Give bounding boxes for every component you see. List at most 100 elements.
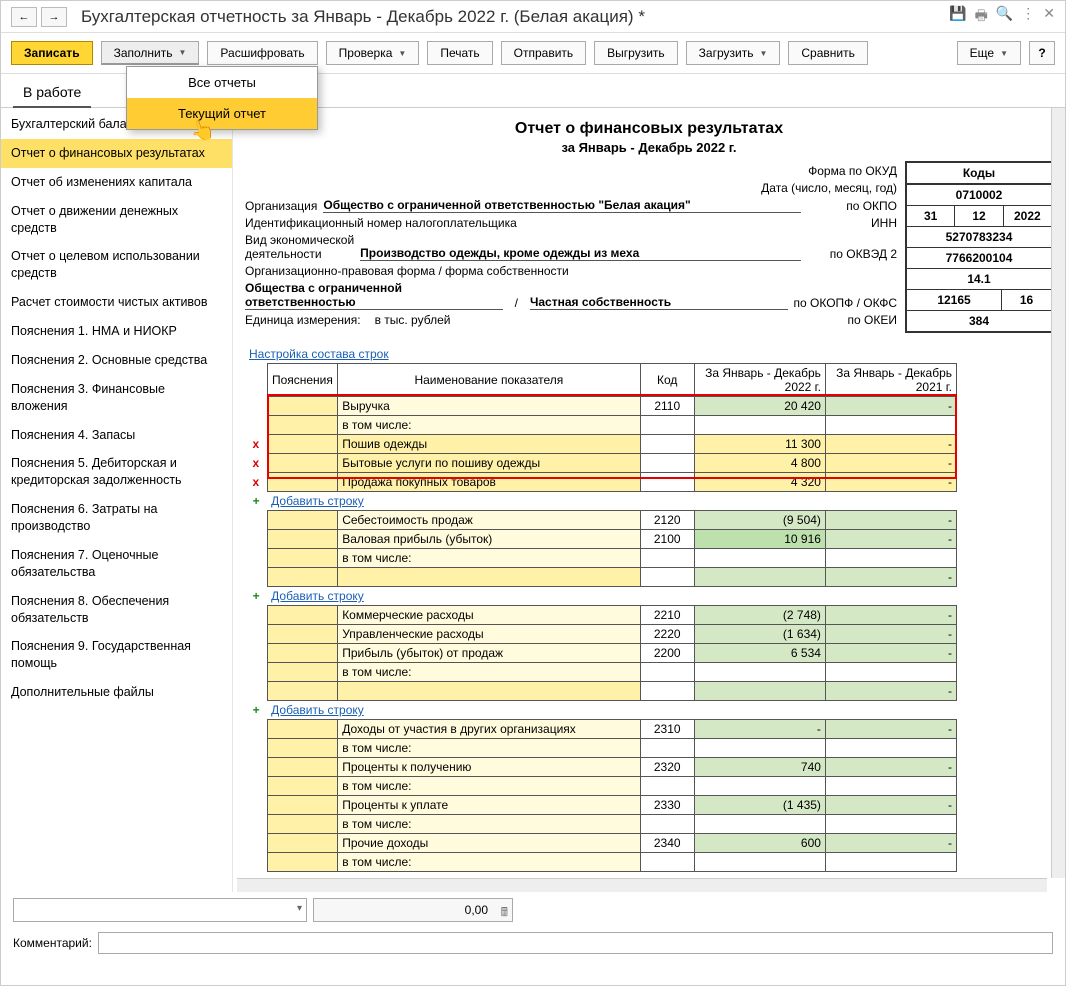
code-day: 31: [907, 206, 955, 226]
table-row[interactable]: Прибыль (убыток) от продаж22006 534-: [245, 644, 957, 663]
horizontal-scrollbar[interactable]: [237, 878, 1047, 892]
print-button[interactable]: Печать: [427, 41, 492, 65]
inn-label: ИНН: [807, 216, 897, 230]
opf-value1[interactable]: Общества с ограниченной ответственностью: [245, 281, 503, 310]
table-row[interactable]: Выручка211020 420-: [245, 397, 957, 416]
table-row[interactable]: в том числе:: [245, 549, 957, 568]
hdr-code: Код: [640, 364, 694, 397]
sidebar: Бухгалтерский баланс Отчет о финансовых …: [1, 108, 233, 892]
table-row[interactable]: Валовая прибыль (убыток)210010 916-: [245, 530, 957, 549]
codes-heading: Коды: [907, 163, 1051, 185]
vertical-scrollbar[interactable]: [1051, 108, 1065, 878]
table-row[interactable]: Доходы от участия в других организациях2…: [245, 720, 957, 739]
hdr-cur: За Январь - Декабрь 2022 г.: [694, 364, 825, 397]
table-row[interactable]: в том числе:: [245, 815, 957, 834]
activity-value[interactable]: Производство одежды, кроме одежды из мех…: [360, 246, 801, 261]
okei-label: по ОКЕИ: [807, 313, 897, 327]
code-month: 12: [955, 206, 1003, 226]
write-button[interactable]: Записать: [11, 41, 93, 65]
sidebar-item[interactable]: Расчет стоимости чистых активов: [1, 288, 232, 317]
sidebar-item[interactable]: Пояснения 9. Государственная помощь: [1, 632, 232, 678]
window-title: Бухгалтерская отчетность за Январь - Дек…: [81, 7, 949, 27]
menu-icon[interactable]: ⋮: [1021, 5, 1035, 29]
compare-button[interactable]: Сравнить: [788, 41, 867, 65]
table-row[interactable]: в том числе:: [245, 853, 957, 872]
footer-controls: ▾ 0,00🖩: [1, 892, 1065, 928]
sidebar-item[interactable]: Пояснения 2. Основные средства: [1, 346, 232, 375]
code-okei: 384: [907, 311, 1051, 331]
table-row[interactable]: xПошив одежды11 300-: [245, 435, 957, 454]
footer-select[interactable]: ▾: [13, 898, 307, 922]
more-button[interactable]: Еще▼: [957, 41, 1021, 65]
comment-input[interactable]: [98, 932, 1053, 954]
table-row[interactable]: -: [245, 682, 957, 701]
opf-label: Организационно-правовая форма / форма со…: [245, 264, 569, 278]
fill-button[interactable]: Заполнить▼: [101, 41, 200, 65]
footer-amount[interactable]: 0,00🖩: [313, 898, 513, 922]
hdr-name: Наименование показателя: [338, 364, 640, 397]
add-row-link[interactable]: +Добавить строку: [245, 587, 957, 606]
send-button[interactable]: Отправить: [501, 41, 587, 65]
code-okopf: 12165: [907, 290, 1002, 310]
sidebar-item[interactable]: Отчет о целевом использовании средств: [1, 242, 232, 288]
inn-long-label: Идентификационный номер налогоплательщик…: [245, 216, 517, 230]
sidebar-item[interactable]: Пояснения 7. Оценочные обязательства: [1, 541, 232, 587]
okopf-label: по ОКОПФ / ОКФС: [794, 296, 897, 310]
code-okfs: 16: [1002, 290, 1051, 310]
print-icon[interactable]: 🖶: [975, 5, 988, 29]
okved-label: по ОКВЭД 2: [807, 247, 897, 261]
sidebar-item[interactable]: Пояснения 4. Запасы: [1, 421, 232, 450]
table-row[interactable]: Проценты к уплате2330(1 435)-: [245, 796, 957, 815]
sidebar-item[interactable]: Отчет о движении денежных средств: [1, 197, 232, 243]
tab-in-work[interactable]: В работе: [13, 80, 91, 108]
codes-panel: Коды 0710002 31122022 5270783234 7766200…: [905, 161, 1053, 333]
nav-back-button[interactable]: ←: [11, 7, 37, 27]
upload-button[interactable]: Выгрузить: [594, 41, 678, 65]
nav-forward-button[interactable]: →: [41, 7, 67, 27]
table-row[interactable]: в том числе:: [245, 663, 957, 682]
sidebar-item[interactable]: Пояснения 6. Затраты на производство: [1, 495, 232, 541]
sidebar-item[interactable]: Пояснения 5. Дебиторская и кредиторская …: [1, 449, 232, 495]
report-table: Пояснения Наименование показателя Код За…: [245, 363, 957, 872]
table-row[interactable]: Себестоимость продаж2120(9 504)-: [245, 511, 957, 530]
preview-icon[interactable]: 🔍: [996, 5, 1013, 29]
table-row[interactable]: xПродажа покупных товаров4 320-: [245, 473, 957, 492]
table-row[interactable]: -: [245, 568, 957, 587]
table-row[interactable]: Проценты к получению2320740-: [245, 758, 957, 777]
sidebar-item[interactable]: Пояснения 3. Финансовые вложения: [1, 375, 232, 421]
table-row[interactable]: в том числе:: [245, 416, 957, 435]
table-row[interactable]: xБытовые услуги по пошиву одежды4 800-: [245, 454, 957, 473]
table-row[interactable]: в том числе:: [245, 777, 957, 796]
table-row[interactable]: Коммерческие расходы2210(2 748)-: [245, 606, 957, 625]
config-rows-link[interactable]: Настройка состава строк: [249, 347, 389, 361]
dropdown-current-report[interactable]: Текущий отчет: [127, 98, 317, 129]
calculator-icon[interactable]: 🖩: [501, 903, 508, 924]
hdr-poy: Пояснения: [267, 364, 338, 397]
report-title: Отчет о финансовых результатах: [245, 120, 1053, 138]
table-row[interactable]: Управленческие расходы2220(1 634)-: [245, 625, 957, 644]
code-okud: 0710002: [907, 185, 1051, 205]
add-row-link[interactable]: +Добавить строку: [245, 492, 957, 511]
download-button[interactable]: Загрузить▼: [686, 41, 781, 65]
date-label: Дата (число, месяц, год): [761, 181, 897, 195]
opf-value2[interactable]: Частная собственность: [530, 295, 788, 310]
check-button[interactable]: Проверка▼: [326, 41, 420, 65]
titlebar: ← → Бухгалтерская отчетность за Январь -…: [1, 1, 1065, 33]
table-row[interactable]: Прочие доходы2340600-: [245, 834, 957, 853]
help-button[interactable]: ?: [1029, 41, 1055, 65]
dropdown-all-reports[interactable]: Все отчеты: [127, 67, 317, 98]
close-icon[interactable]: ✕: [1043, 5, 1055, 29]
org-value[interactable]: Общество с ограниченной ответственностью…: [323, 198, 801, 213]
sidebar-item[interactable]: Отчет об изменениях капитала: [1, 168, 232, 197]
sidebar-item[interactable]: Пояснения 1. НМА и НИОКР: [1, 317, 232, 346]
unit-label: Единица измерения:: [245, 313, 361, 327]
add-row-link[interactable]: +Добавить строку: [245, 701, 957, 720]
decipher-button[interactable]: Расшифровать: [207, 41, 317, 65]
code-okpo: 5270783234: [907, 227, 1051, 247]
fill-dropdown: Все отчеты Текущий отчет: [126, 66, 318, 130]
table-row[interactable]: в том числе:: [245, 739, 957, 758]
sidebar-item[interactable]: Дополнительные файлы: [1, 678, 232, 707]
comment-row: Комментарий:: [1, 928, 1065, 962]
sidebar-item[interactable]: Пояснения 8. Обеспечения обязательств: [1, 587, 232, 633]
save-icon[interactable]: 💾: [949, 5, 966, 29]
